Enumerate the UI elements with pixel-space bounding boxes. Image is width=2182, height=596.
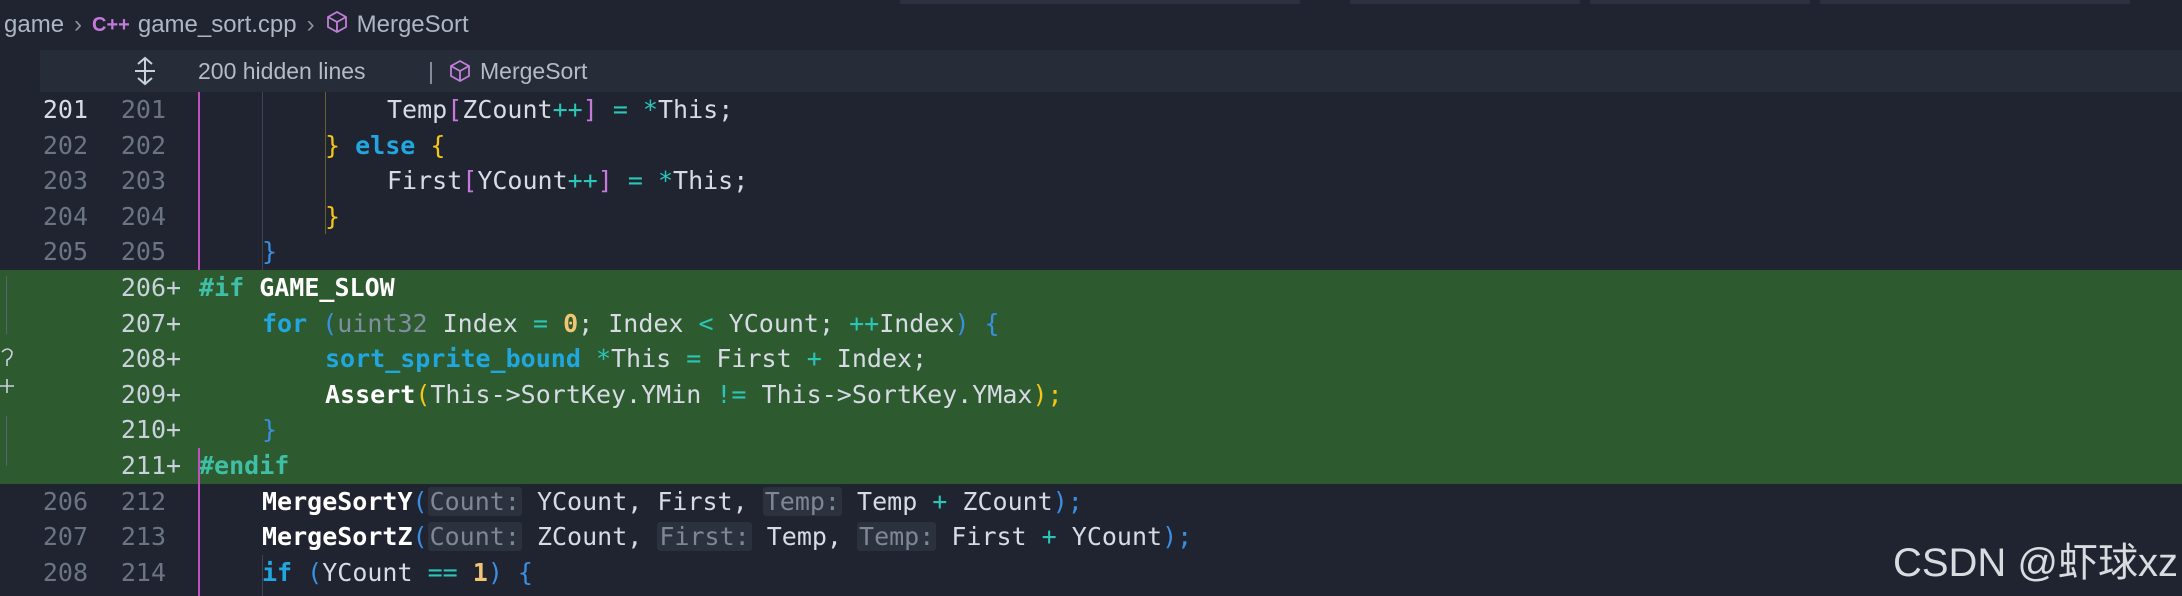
code-line-added[interactable]: 211 + #endif bbox=[0, 448, 2182, 484]
gutter-change-bar bbox=[198, 448, 200, 596]
old-line-number: 203 bbox=[42, 166, 88, 196]
code-text[interactable]: #endif bbox=[199, 448, 289, 484]
hidden-lines-bar[interactable]: 200 hidden lines | MergeSort bbox=[40, 50, 2182, 92]
code-line-added[interactable]: 206 + #if GAME_SLOW bbox=[0, 270, 2182, 306]
inlay-hint: Temp: bbox=[857, 522, 937, 552]
left-gutter-controls[interactable] bbox=[0, 276, 14, 466]
new-line-number: 211 bbox=[120, 451, 166, 480]
code-text[interactable]: } else { bbox=[325, 128, 445, 164]
code-text[interactable]: } bbox=[262, 412, 277, 448]
new-line-number: 207 bbox=[120, 308, 166, 338]
code-line[interactable]: 207 213 MergeSortZ(Count: ZCount, First:… bbox=[0, 519, 2182, 555]
unfold-icon[interactable] bbox=[128, 54, 162, 88]
old-line-number: 208 bbox=[42, 557, 88, 587]
old-line-number: 201 bbox=[42, 95, 88, 124]
code-text[interactable]: Temp[ZCount++] = *This; bbox=[387, 92, 733, 128]
new-line-number: 213 bbox=[120, 522, 166, 552]
old-line-number: 205 bbox=[42, 237, 88, 267]
chevron-right-icon: › bbox=[74, 11, 83, 38]
old-line-number: 207 bbox=[42, 522, 88, 552]
code-line-added[interactable]: 209 + Assert(This->SortKey.YMin != This-… bbox=[0, 376, 2182, 413]
indent-guide bbox=[325, 92, 326, 234]
diff-marker: + bbox=[166, 308, 182, 338]
inlay-hint: Count: bbox=[427, 486, 522, 516]
inlay-hint: First: bbox=[657, 522, 752, 552]
diff-marker: + bbox=[166, 273, 182, 302]
code-text[interactable]: MergeSortY(Count: YCount, First, Temp: T… bbox=[262, 484, 1083, 520]
code-text[interactable]: if (YCount == 1) { bbox=[262, 555, 533, 591]
new-line-number: 206 bbox=[120, 273, 166, 302]
code-line[interactable]: 204 204 } bbox=[0, 199, 2182, 235]
new-line-number: 209 bbox=[120, 379, 166, 409]
breadcrumb-symbol[interactable]: MergeSort bbox=[357, 11, 469, 39]
watermark: CSDN @虾球xz bbox=[1892, 541, 2178, 585]
code-line-added[interactable]: 207 + for (uint32 Index = 0; Index < YCo… bbox=[0, 305, 2182, 342]
code-text[interactable]: } bbox=[262, 234, 277, 270]
new-line-number: 208 bbox=[120, 344, 166, 374]
code-line[interactable]: 205 205 } bbox=[0, 234, 2182, 270]
old-line-number: 202 bbox=[42, 130, 88, 160]
old-line-number: 204 bbox=[42, 201, 88, 231]
code-text[interactable]: #if GAME_SLOW bbox=[199, 270, 395, 306]
code-text[interactable]: MergeSortZ(Count: ZCount, First: Temp, T… bbox=[262, 519, 1192, 555]
new-line-number: 214 bbox=[120, 557, 166, 587]
inlay-hint: Temp: bbox=[762, 486, 842, 516]
code-text[interactable]: Assert(This->SortKey.YMin != This->SortK… bbox=[325, 377, 1063, 413]
hidden-lines-count: 200 hidden lines bbox=[198, 57, 366, 84]
diff-editor[interactable]: 201 201 Temp[ZCount++] = *This; 202 202 … bbox=[0, 92, 2182, 596]
code-text[interactable]: } bbox=[325, 199, 340, 235]
code-line[interactable]: 203 203 First[YCount++] = *This; bbox=[0, 163, 2182, 199]
code-line[interactable]: 206 212 MergeSortY(Count: YCount, First,… bbox=[0, 484, 2182, 520]
new-line-number: 205 bbox=[120, 237, 166, 267]
code-line[interactable]: 208 214 if (YCount == 1) { bbox=[0, 555, 2182, 591]
old-line-number: 206 bbox=[42, 486, 88, 516]
inlay-hint: Count: bbox=[427, 522, 522, 552]
new-line-number: 204 bbox=[120, 201, 166, 231]
question-plus-icon bbox=[0, 348, 14, 393]
breadcrumb-file[interactable]: game_sort.cpp bbox=[138, 11, 297, 39]
cpp-file-icon: C++ bbox=[92, 13, 130, 36]
diff-marker: + bbox=[166, 451, 182, 480]
new-line-number: 201 bbox=[120, 95, 166, 124]
diff-marker: + bbox=[166, 379, 182, 409]
symbol-cube-icon bbox=[450, 59, 470, 83]
gutter-change-bar bbox=[198, 92, 200, 270]
code-text[interactable]: for (uint32 Index = 0; Index < YCount; +… bbox=[262, 306, 1000, 342]
hidden-lines-separator: | bbox=[428, 57, 434, 84]
code-line-added[interactable]: 208 + sort_sprite_bound *This = First + … bbox=[0, 341, 2182, 377]
new-line-number: 210 bbox=[120, 415, 166, 445]
code-line-added[interactable]: 210 + } bbox=[0, 412, 2182, 448]
code-text[interactable]: sort_sprite_bound *This = First + Index; bbox=[325, 341, 927, 377]
diff-marker: + bbox=[166, 344, 182, 374]
code-text[interactable]: First[YCount++] = *This; bbox=[387, 163, 748, 199]
code-line[interactable]: 201 201 Temp[ZCount++] = *This; bbox=[0, 92, 2182, 128]
new-line-number: 203 bbox=[120, 166, 166, 196]
new-line-number: 212 bbox=[120, 486, 166, 516]
code-line[interactable]: 202 202 } else { bbox=[0, 128, 2182, 164]
chevron-right-icon: › bbox=[306, 11, 315, 38]
indent-guide bbox=[262, 92, 263, 270]
breadcrumb: game › C++ game_sort.cpp › MergeSort bbox=[0, 0, 2182, 50]
symbol-cube-icon bbox=[325, 10, 349, 41]
hidden-lines-symbol: MergeSort bbox=[448, 58, 587, 85]
new-line-number: 202 bbox=[120, 130, 166, 160]
breadcrumb-folder[interactable]: game bbox=[4, 11, 64, 39]
diff-marker: + bbox=[166, 415, 182, 445]
indent-guide bbox=[262, 555, 263, 596]
